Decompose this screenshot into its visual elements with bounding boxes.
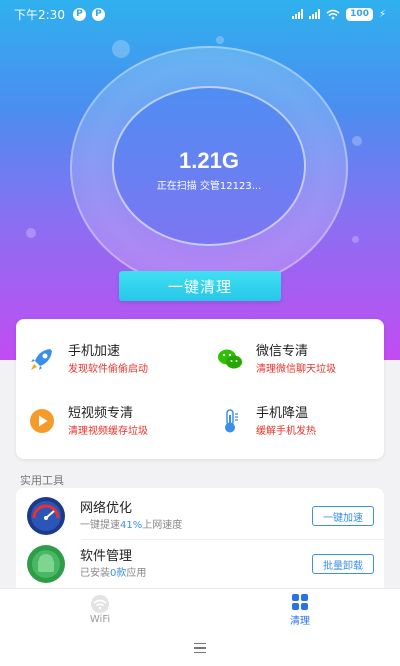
signal-icon [292,9,304,19]
status-bar: 下午2:30 P P 100 ⚡ [0,0,400,28]
decor-bubble [26,228,36,238]
grid-icon [292,593,308,610]
one-click-speedup-button[interactable]: 一键加速 [312,506,374,526]
tool-title: 网络优化 [80,500,133,516]
feature-subtitle: 清理视频缓存垃圾 [68,426,148,437]
rocket-icon [31,349,52,370]
battery-icon: 100 [346,7,373,21]
feature-title: 微信专清 [256,344,309,359]
decor-bubble [352,236,359,243]
bottom-tab-bar: WiFi 清理 [0,588,400,630]
decor-bubble [216,36,224,44]
feature-title: 手机降温 [256,406,309,421]
feature-phone-boost[interactable]: 手机加速 发现软件偷偷启动 [28,343,148,378]
batch-uninstall-button[interactable]: 批量卸载 [312,554,374,574]
tools-section-label: 实用工具 [20,474,64,487]
feature-title: 短视频专清 [68,406,134,421]
decor-bubble [352,136,362,146]
feature-short-video-clean[interactable]: 短视频专清 清理视频缓存垃圾 [28,405,148,440]
scan-status-text: 正在扫描 交管12123... [156,181,262,192]
tab-clean[interactable]: 清理 [200,589,400,630]
feature-subtitle: 缓解手机发热 [256,426,316,437]
tab-wifi[interactable]: WiFi [0,589,200,630]
tab-label: 清理 [290,615,310,627]
decor-bubble [112,40,130,58]
android-app-icon [27,545,65,583]
junk-size-value: 1.21G [179,148,239,173]
tool-row-network-optimize[interactable]: 网络优化 一键提速41%上网速度 一键加速 [16,492,384,540]
wifi-icon [326,9,340,19]
feature-wechat-clean[interactable]: 微信专清 清理微信聊天垃圾 [216,343,336,378]
charging-bolt-icon: ⚡ [378,8,386,20]
feature-title: 手机加速 [68,344,121,359]
tool-subtitle: 一键提速41%上网速度 [80,519,183,531]
system-nav-bar [0,630,400,666]
video-play-icon [30,409,54,433]
wechat-icon [218,349,242,369]
feature-subtitle: 发现软件偷偷启动 [68,364,148,375]
tool-row-app-manager[interactable]: 软件管理 已安装0款应用 批量卸载 [16,540,384,588]
tool-subtitle: 已安装0款应用 [80,567,147,579]
feature-subtitle: 清理微信聊天垃圾 [256,364,336,375]
one-click-clean-button[interactable]: 一键清理 [119,271,281,301]
tool-title: 软件管理 [80,548,133,564]
tools-card: 网络优化 一键提速41%上网速度 一键加速 软件管理 已安装0款应用 批量卸载 [16,488,384,588]
hero-banner: 下午2:30 P P 100 ⚡ 1.21G 正在扫描 交管12123... 一… [0,0,400,360]
speedometer-icon [27,497,65,535]
status-time: 下午2:30 [14,7,65,22]
p-badge-icon: P [72,7,86,21]
tab-label: WiFi [89,613,111,625]
p-badge-icon: P [91,7,105,21]
wifi-icon [91,594,109,613]
menu-icon[interactable] [194,642,206,654]
thermometer-icon [225,409,238,433]
feature-card: 手机加速 发现软件偷偷启动 微信专清 清理微信聊天垃圾 短视频专清 清理视频缓存… [16,319,384,459]
signal-icon [309,9,321,19]
feature-phone-cooling[interactable]: 手机降温 缓解手机发热 [216,405,316,440]
